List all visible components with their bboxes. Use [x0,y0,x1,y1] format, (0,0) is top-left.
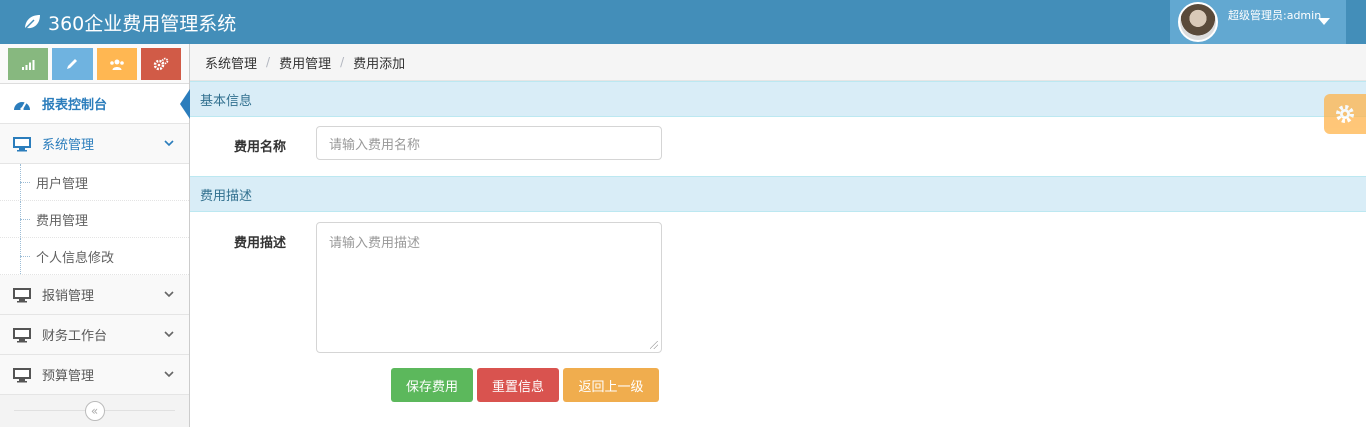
sidebar-subitem-profile[interactable]: 个人信息修改 [0,238,189,275]
desktop-icon [12,286,32,304]
desktop-icon [12,366,32,384]
reset-button[interactable]: 重置信息 [477,368,559,402]
main-content: 系统管理 / 费用管理 / 费用添加 基本信息 费用名称 请输入费用名称 费用描… [190,44,1366,427]
chevron-down-icon [164,291,174,298]
sidebar-item-label: 报销管理 [42,289,95,304]
active-indicator [180,89,190,119]
sidebar-item-dashboard[interactable]: 报表控制台 [0,84,190,124]
sidebar-item-label: 财务工作台 [42,329,108,344]
pencil-shortcut-button[interactable] [52,48,93,80]
leaf-icon [24,15,40,30]
settings-toggle[interactable] [1324,94,1366,134]
top-navbar: 360企业费用管理系统 超级管理员:admin [0,0,1366,44]
chevron-down-icon [164,371,174,378]
sidebar-item-system[interactable]: 系统管理 [0,124,189,164]
breadcrumb-separator: / [266,55,271,69]
brand[interactable]: 360企业费用管理系统 [22,8,236,36]
pencil-icon [67,59,78,69]
avatar[interactable] [1178,2,1218,42]
name-row: 费用名称 请输入费用名称 [190,117,1366,176]
sidebar-shortcuts [0,44,189,84]
gear-icon [1336,105,1354,123]
basic-info-header: 基本信息 [190,81,1366,117]
sidebar-collapse-bar: « [0,395,189,427]
app-title: 360企业费用管理系统 [48,12,237,35]
description-placeholder: 请输入费用描述 [329,236,421,251]
sidebar-item-budget[interactable]: 预算管理 [0,355,189,395]
chevron-down-icon [164,140,174,147]
resize-grip-icon[interactable] [650,341,658,349]
breadcrumb-current: 费用添加 [353,56,406,72]
tachometer-icon [12,95,32,113]
name-label: 费用名称 [233,140,286,155]
expense-name-input[interactable]: 请输入费用名称 [316,126,662,160]
breadcrumb-item[interactable]: 费用管理 [279,53,331,72]
sidebar-subitem-users[interactable]: 用户管理 [0,164,189,201]
caret-down-icon [1318,18,1330,25]
sidebar-item-label: 系统管理 [42,138,95,153]
back-button[interactable]: 返回上一级 [563,368,659,402]
users-shortcut-button[interactable] [96,48,137,80]
chevron-down-icon [164,331,174,338]
expense-description-textarea[interactable]: 请输入费用描述 [316,222,662,353]
sidebar-subitem-expenses[interactable]: 费用管理 [0,201,189,238]
cogs-shortcut-button[interactable] [140,48,181,80]
signal-icon [22,60,35,70]
save-button[interactable]: 保存费用 [391,368,473,402]
desktop-icon [12,326,32,344]
users-icon [109,59,124,70]
user-menu[interactable]: 超级管理员:admin [1170,0,1346,44]
description-header: 费用描述 [190,176,1366,212]
double-angle-left-icon[interactable]: « [84,401,105,421]
sidebar-item-finance[interactable]: 财务工作台 [0,315,189,355]
desktop-icon [12,135,32,153]
user-name: 超级管理员:admin [1228,9,1322,22]
description-label: 费用描述 [233,236,286,251]
description-row: 费用描述 请输入费用描述 保存费用 重置信息 返回上一级 [190,212,1366,402]
breadcrumb: 系统管理 / 费用管理 / 费用添加 [190,44,1366,81]
sidebar-item-label: 报表控制台 [42,98,108,113]
breadcrumb-separator: / [340,55,345,69]
signal-shortcut-button[interactable] [8,48,49,80]
breadcrumb-item[interactable]: 系统管理 [205,53,257,72]
sidebar: 报表控制台 系统管理 用户管理 费用管理 个人信息修改 报销管理 财务工作台 预… [0,44,190,427]
cogs-icon [153,57,169,71]
sidebar-item-reimburse[interactable]: 报销管理 [0,275,189,315]
sidebar-item-label: 预算管理 [42,369,95,384]
